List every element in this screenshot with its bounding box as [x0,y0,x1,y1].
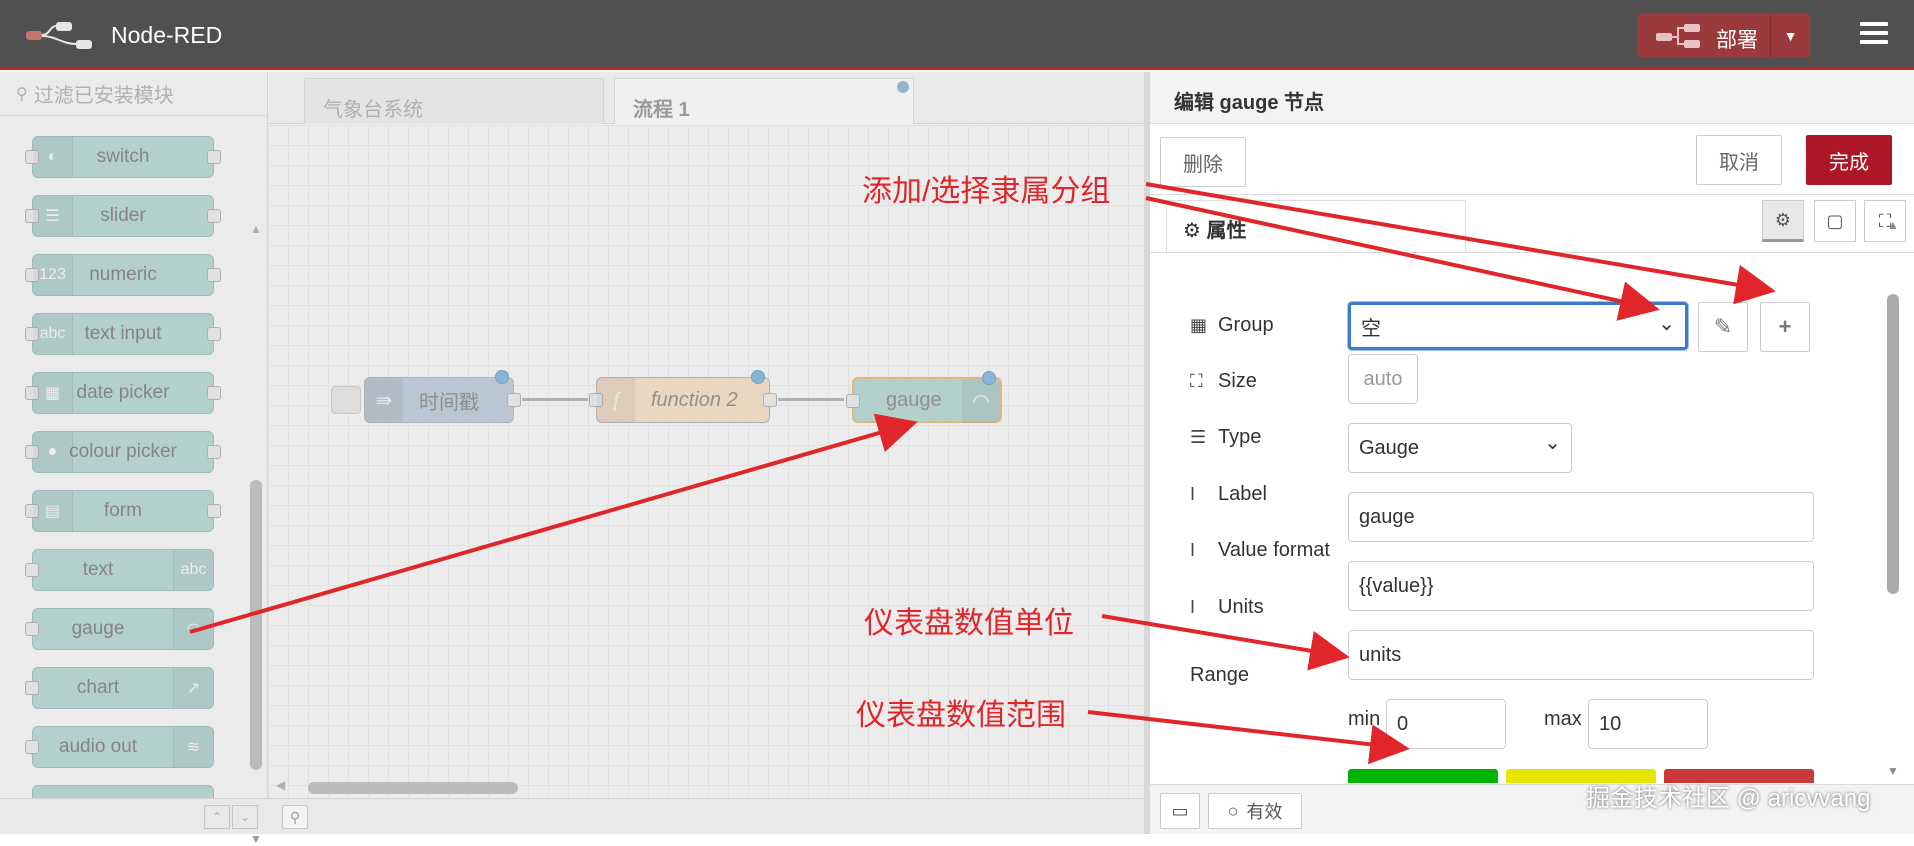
annotation-units: 仪表盘数值单位 [864,607,1074,640]
edit-group-pencil-icon[interactable]: ✎ [1698,302,1748,352]
circle-icon: ○ [1227,800,1239,821]
node-red-logo-icon [26,22,92,49]
deploy-dropdown-caret-icon[interactable]: ▼ [1770,14,1810,57]
table-icon: ▦ [1190,314,1208,335]
cancel-button[interactable]: 取消 [1696,135,1782,185]
tray-scrollbar[interactable]: ▲ ▼ [1886,218,1900,778]
size-value: auto [1363,367,1403,390]
value-format-input[interactable]: {{value}} [1348,561,1814,611]
add-group-plus-icon[interactable]: + [1760,302,1810,352]
list-icon: ☰ [1190,426,1207,447]
gear-icon: ⚙ [1183,220,1201,242]
label-label: Label [1218,482,1267,505]
type-label: Type [1218,425,1262,448]
annotation-range: 仪表盘数值范围 [856,699,1066,732]
annotation-group: 添加/选择隶属分组 [862,175,1111,208]
enabled-toggle[interactable]: ○ 有效 [1208,793,1302,829]
label-input-value: gauge [1359,505,1415,528]
resize-icon: ⛶ [1190,370,1203,391]
tab-properties-label: 属性 [1206,220,1247,242]
min-input[interactable]: 0 [1386,699,1506,749]
scroll-down-icon[interactable]: ▼ [1887,764,1899,778]
value-format-label: Value format [1218,538,1330,561]
deploy-label: 部署 [1716,29,1758,52]
tab-properties[interactable]: ⚙ 属性 [1166,200,1466,252]
color-segment-low[interactable] [1348,769,1498,783]
help-book-icon[interactable]: ▭ [1160,793,1200,829]
group-row: ▦ Group [1190,300,1274,350]
units-row: I Units [1190,582,1264,632]
group-select-value: 空 [1361,317,1381,340]
value-format-row: I Value format [1190,525,1330,575]
app-header: Node-RED 部署 ▼ [0,0,1914,70]
min-label: min [1348,707,1381,730]
group-select[interactable]: 空 [1348,302,1688,350]
enabled-label: 有效 [1246,802,1283,822]
text-cursor-icon: I [1190,596,1196,617]
tray-toolbar: 删除 取消 完成 [1150,125,1914,195]
scroll-up-icon[interactable]: ▲ [1887,218,1899,232]
size-button[interactable]: auto [1348,354,1418,404]
min-label-row: min [1348,699,1380,739]
min-input-value: 0 [1397,712,1409,735]
range-label: Range [1190,663,1249,686]
deploy-icon [1656,24,1700,48]
app-title: Node-RED [111,22,223,48]
edit-tray: 编辑 gauge 节点 删除 取消 完成 ⚙ 属性 ⚙ ▢ ⛶ ▦ Group … [1144,72,1914,834]
max-label: max [1544,707,1582,730]
units-input[interactable]: units [1348,630,1814,680]
max-input[interactable]: 10 [1588,699,1708,749]
node-settings-icon[interactable]: ⚙ [1762,200,1804,242]
text-cursor-icon: I [1190,539,1196,560]
max-label-row: max [1544,699,1582,739]
type-row: ☰ Type [1190,412,1261,462]
deploy-button[interactable]: 部署 ▼ [1638,14,1810,57]
tray-title: 编辑 gauge 节点 [1150,72,1914,124]
label-input[interactable]: gauge [1348,492,1814,542]
delete-button[interactable]: 删除 [1160,137,1246,187]
units-label: Units [1218,595,1264,618]
label-row: I Label [1190,469,1267,519]
value-format-input-value: {{value}} [1359,574,1434,597]
size-label: Size [1218,369,1257,392]
text-cursor-icon: I [1190,483,1196,504]
units-input-value: units [1359,643,1402,666]
done-button[interactable]: 完成 [1806,135,1892,185]
size-row: ⛶ Size [1190,356,1257,406]
watermark: 掘金技术社区 @ aricvvang [1586,785,1871,812]
range-row: Range [1190,650,1249,700]
max-input-value: 10 [1599,712,1622,735]
type-select[interactable]: Gauge [1348,423,1572,473]
type-select-value: Gauge [1359,436,1420,459]
main-menu-icon[interactable] [1860,18,1890,52]
scroll-down-icon[interactable]: ▼ [250,832,262,846]
description-icon[interactable]: ▢ [1814,200,1856,242]
group-label: Group [1218,313,1274,336]
